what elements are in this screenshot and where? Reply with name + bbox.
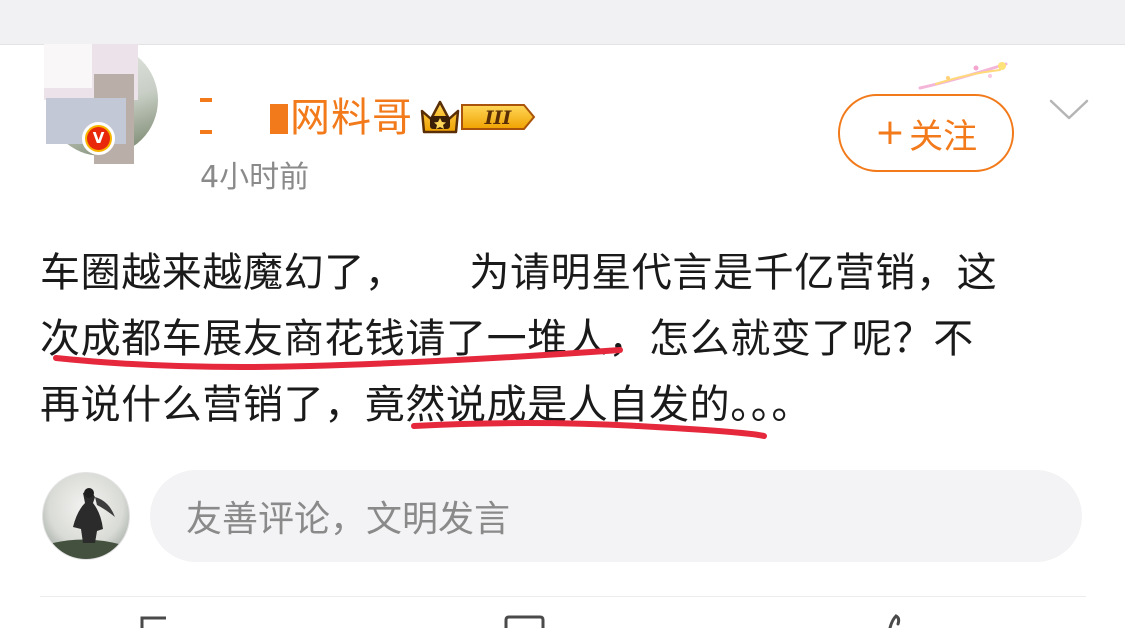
post-body: 车圈越来越魔幻了， 为请明星代言是千亿营销，这 次成都车展友商花钱请了一堆人，怎么… [40, 240, 1090, 438]
verified-badge-icon: V [82, 122, 115, 155]
chevron-down-icon[interactable] [1048, 96, 1090, 124]
my-avatar[interactable] [42, 472, 130, 560]
follow-label: 关注 [909, 116, 978, 157]
post-line-3: 再说什么营销了，竟然说成是人自发的。。。 [40, 382, 812, 428]
comment-placeholder: 友善评论，文明发言 [186, 499, 511, 540]
username-redacted [196, 96, 288, 138]
like-icon[interactable] [880, 614, 910, 628]
username[interactable]: 网料哥 [290, 94, 413, 142]
top-band [0, 0, 1125, 45]
divider [40, 596, 1086, 597]
comment-icon[interactable] [500, 614, 548, 628]
post-line-1-part-2: 为请明星代言是千亿营销，这 [469, 250, 998, 296]
post-time: 4小时前 [200, 160, 310, 195]
avatar-figure-icon [44, 488, 129, 559]
post-line-2: 次成都车展友商花钱请了一堆人，怎么就变了呢？不 [40, 316, 974, 362]
repost-icon[interactable] [136, 614, 176, 628]
post-line-1: 车圈越来越魔幻了， 为请明星代言是千亿营销，这 [40, 240, 1090, 306]
level-badge-label: III [484, 107, 513, 129]
crown-icon [420, 100, 460, 134]
level-badge[interactable]: III [418, 96, 536, 138]
author-avatar[interactable] [44, 44, 160, 184]
verified-badge-label: V [87, 127, 110, 150]
sparkle-icon [918, 62, 1008, 90]
comment-input[interactable]: 友善评论，文明发言 [150, 470, 1082, 562]
post-line-1-part-1: 车圈越来越魔幻了， [40, 250, 406, 296]
plus-icon: + [874, 112, 906, 153]
follow-button[interactable]: + 关注 [838, 94, 1014, 172]
